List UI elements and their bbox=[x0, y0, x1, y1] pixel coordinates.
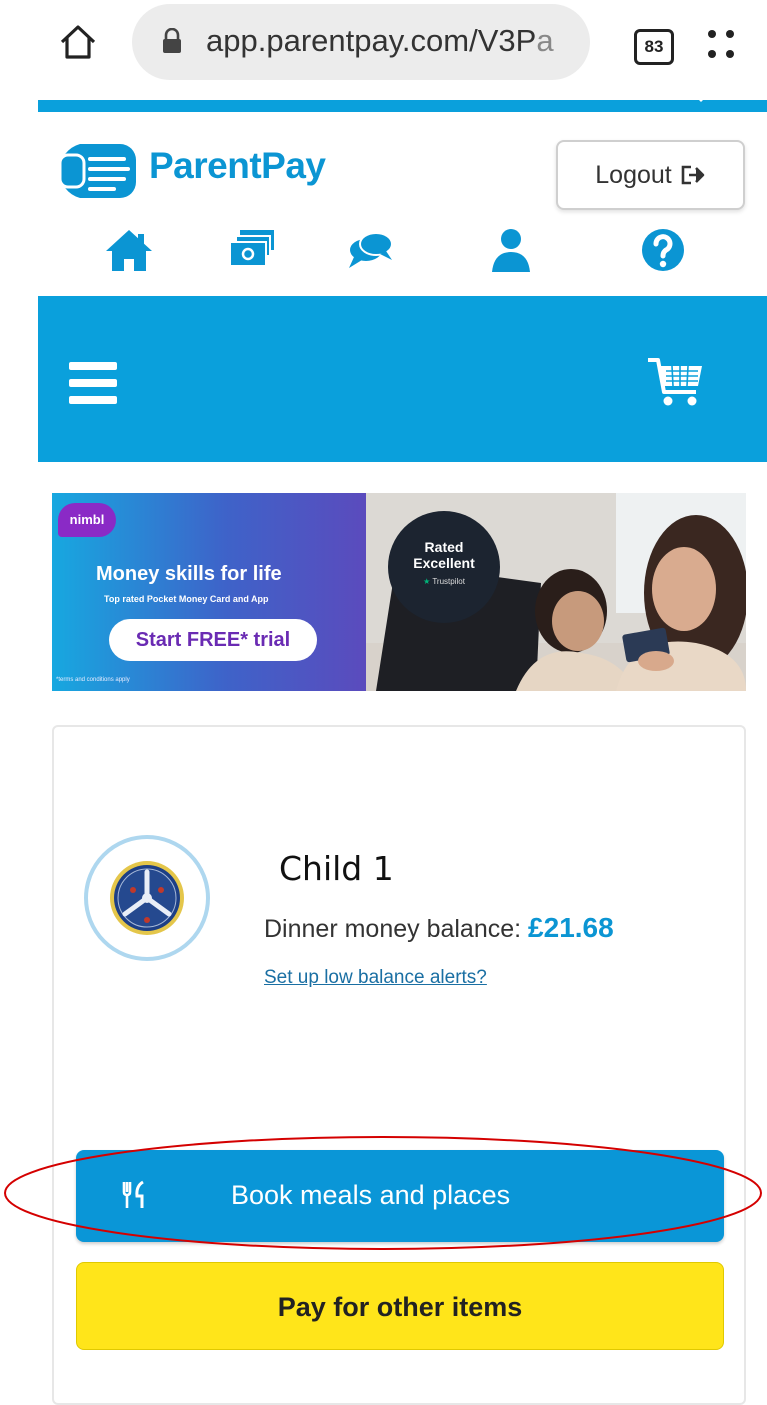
address-bar[interactable]: app.parentpay.com/V3Pa bbox=[132, 4, 590, 80]
nimbl-advert[interactable]: nimbl Money skills for life Top rated Po… bbox=[52, 493, 746, 691]
help-icon[interactable] bbox=[636, 224, 690, 276]
header-rule bbox=[38, 100, 767, 112]
profile-icon[interactable] bbox=[484, 224, 538, 276]
logout-icon bbox=[681, 165, 705, 185]
pay-other-items-button[interactable]: Pay for other items bbox=[76, 1262, 724, 1350]
star-icon: ★ bbox=[423, 577, 431, 586]
avatar bbox=[84, 835, 210, 961]
home-icon[interactable] bbox=[58, 22, 98, 62]
book-meals-label: Book meals and places bbox=[231, 1180, 511, 1210]
menu-dots-icon[interactable] bbox=[706, 26, 738, 62]
menu-icon[interactable] bbox=[69, 362, 117, 404]
start-trial-button[interactable]: Start FREE* trial bbox=[109, 619, 317, 661]
logout-label: Logout bbox=[595, 160, 672, 189]
nimbl-logo: nimbl bbox=[58, 503, 116, 537]
book-meals-button[interactable]: Book meals and places bbox=[76, 1150, 724, 1242]
parentpay-logo-icon bbox=[58, 144, 136, 198]
advert-photo: Rated Excellent ★ Trustpilot bbox=[366, 493, 746, 691]
logout-button[interactable]: Logout bbox=[556, 140, 745, 210]
trustpilot-logo: ★ Trustpilot bbox=[423, 577, 465, 586]
lock-icon bbox=[163, 28, 181, 53]
cutlery-icon bbox=[122, 1180, 144, 1208]
rated-text: Rated bbox=[424, 539, 464, 555]
main-toolbar bbox=[38, 296, 767, 462]
excellent-text: Excellent bbox=[413, 555, 475, 571]
home-icon[interactable] bbox=[102, 224, 156, 276]
basket-icon[interactable] bbox=[646, 354, 706, 410]
brand-name: ParentPay bbox=[149, 145, 326, 186]
trustpilot-badge: Rated Excellent ★ Trustpilot bbox=[388, 511, 500, 623]
low-balance-alerts-link[interactable]: Set up low balance alerts? bbox=[264, 967, 487, 989]
advert-copy-panel: nimbl Money skills for life Top rated Po… bbox=[52, 493, 366, 691]
url-text: app.parentpay.com/V3Pa bbox=[206, 23, 554, 58]
balance-amount: £21.68 bbox=[528, 912, 614, 943]
basket-caret-icon[interactable] bbox=[695, 96, 707, 102]
tab-switcher-icon[interactable]: 83 bbox=[634, 29, 674, 65]
advert-terms: *terms and conditions apply bbox=[56, 677, 130, 683]
advert-subline: Top rated Pocket Money Card and App bbox=[104, 594, 269, 604]
child-name: Child 1 bbox=[279, 849, 394, 888]
messages-icon[interactable] bbox=[344, 224, 398, 276]
balance-label: Dinner money balance: bbox=[264, 915, 522, 943]
balance-line: Dinner money balance: £21.68 bbox=[264, 912, 614, 944]
quick-nav bbox=[0, 224, 767, 284]
advert-headline: Money skills for life bbox=[96, 563, 282, 585]
child-card: Child 1 Dinner money balance: £21.68 Set… bbox=[52, 725, 746, 1405]
payments-icon[interactable] bbox=[226, 224, 280, 276]
browser-toolbar: app.parentpay.com/V3Pa 83 bbox=[0, 0, 767, 100]
school-crest-icon bbox=[110, 861, 184, 935]
